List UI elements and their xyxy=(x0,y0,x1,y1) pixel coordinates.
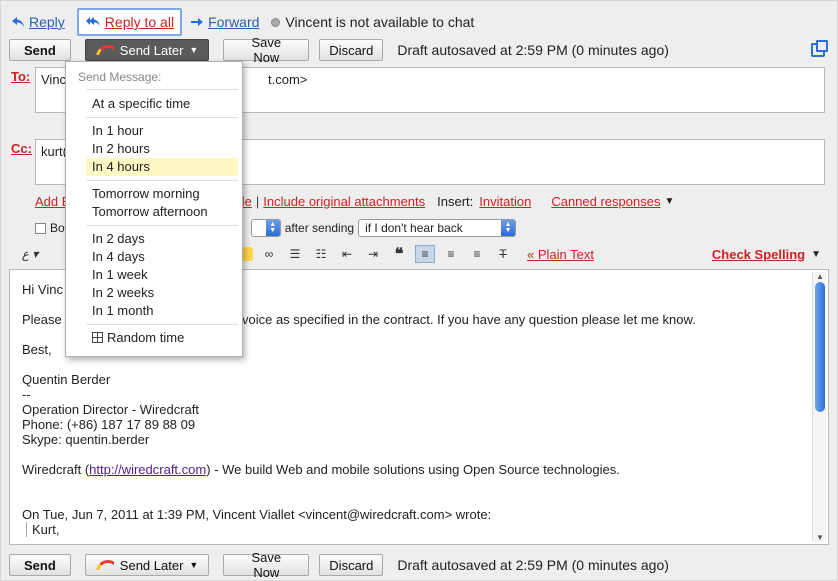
send-later-menu: Send Message: At a specific time In 1 ho… xyxy=(65,61,243,357)
menu-item[interactable]: In 1 hour xyxy=(86,122,238,140)
chat-status: Vincent is not available to chat xyxy=(271,14,474,30)
quoted-text: Kurt, xyxy=(26,522,802,537)
reply-all-arrow-icon xyxy=(85,17,100,27)
insert-label: Insert: xyxy=(437,193,474,209)
canned-responses-link[interactable]: Canned responses xyxy=(551,194,660,209)
cc-label[interactable]: Cc: xyxy=(11,141,32,156)
bulleted-list-icon[interactable]: ☷ xyxy=(311,245,331,263)
align-right-icon[interactable]: ≡ xyxy=(467,245,487,263)
dice-icon xyxy=(92,332,103,343)
menu-item[interactable]: In 4 days xyxy=(86,248,238,266)
align-left-icon[interactable]: ≡ xyxy=(415,245,435,263)
check-spelling-link[interactable]: Check Spelling xyxy=(712,247,805,262)
discard-button[interactable]: Discard xyxy=(319,39,384,61)
menu-item[interactable]: In 2 weeks xyxy=(86,284,238,302)
to-label[interactable]: To: xyxy=(11,69,30,84)
save-now-button[interactable]: Save Now xyxy=(223,35,310,65)
company-line: Wiredcraft (http://wiredcraft.com) - We … xyxy=(22,462,620,477)
menu-item[interactable]: Tomorrow morning xyxy=(86,185,238,203)
menu-header: Send Message: xyxy=(78,70,162,84)
company-url-link[interactable]: http://wiredcraft.com xyxy=(89,462,206,477)
font-icon[interactable]: ع ▾ xyxy=(17,245,43,263)
boomerang-icon xyxy=(95,45,114,55)
autosave-status: Draft autosaved at 2:59 PM (0 minutes ag… xyxy=(397,42,669,58)
compose-toolbar-bottom: Send Send Later ▼ Save Now Discard Draft… xyxy=(9,550,669,580)
reply-link[interactable]: Reply xyxy=(11,14,65,30)
compose-toolbar-top: Send Send Later ▼ Save Now Discard Draft… xyxy=(9,35,669,65)
plain-text-link[interactable]: « Plain Text xyxy=(527,247,594,262)
menu-item[interactable]: At a specific time xyxy=(86,95,238,113)
scroll-up-icon[interactable]: ▲ xyxy=(816,272,824,281)
autosave-status: Draft autosaved at 2:59 PM (0 minutes ag… xyxy=(397,557,669,573)
send-later-button[interactable]: Send Later ▼ xyxy=(84,39,210,61)
offline-status-icon xyxy=(271,17,281,27)
menu-item-random[interactable]: Random time xyxy=(86,329,238,347)
reply-all-button[interactable]: Reply to all xyxy=(76,8,183,36)
menu-item[interactable]: In 1 week xyxy=(86,266,238,284)
chevron-down-icon[interactable]: ▼ xyxy=(811,249,821,260)
discard-button[interactable]: Discard xyxy=(319,554,384,576)
menu-item[interactable]: In 1 month xyxy=(86,302,238,320)
send-button[interactable]: Send xyxy=(9,554,71,576)
link-icon[interactable]: ∞ xyxy=(259,245,279,263)
forward-arrow-icon xyxy=(191,18,204,26)
send-later-button[interactable]: Send Later ▼ xyxy=(84,554,210,576)
save-now-button[interactable]: Save Now xyxy=(223,550,310,580)
condition-select[interactable]: if I don't hear back ▲ ▼ xyxy=(358,219,517,237)
menu-item[interactable]: In 2 days xyxy=(86,230,238,248)
reply-actions-row: Reply Reply to all Forward Vincent is no… xyxy=(11,8,474,36)
reply-arrow-icon xyxy=(12,17,24,27)
menu-item-highlighted[interactable]: In 4 hours xyxy=(86,158,238,176)
chevron-down-icon: ▼ xyxy=(189,560,199,570)
invitation-link[interactable]: Invitation xyxy=(479,194,531,209)
include-original-link[interactable]: Include original attachments xyxy=(263,194,425,209)
scroll-down-icon[interactable]: ▼ xyxy=(816,533,824,542)
select-arrows-icon: ▲ ▼ xyxy=(265,220,280,236)
indent-more-icon[interactable]: ⇥ xyxy=(363,245,383,263)
popout-window-icon[interactable] xyxy=(811,40,828,57)
boomerang-icon xyxy=(95,560,114,570)
remove-formatting-icon[interactable]: T xyxy=(493,245,513,263)
chevron-down-icon[interactable]: ▼ xyxy=(664,196,674,207)
boomerang-checkbox[interactable] xyxy=(35,222,46,234)
editor-scrollbar[interactable]: ▲ ▼ xyxy=(812,272,826,542)
align-center-icon[interactable]: ≡ xyxy=(441,245,461,263)
menu-item[interactable]: In 2 hours xyxy=(86,140,238,158)
scrollbar-thumb[interactable] xyxy=(815,282,825,412)
compose-panel: Reply Reply to all Forward Vincent is no… xyxy=(0,0,838,581)
numbered-list-icon[interactable]: ☰ xyxy=(285,245,305,263)
quote-icon[interactable]: ❝ xyxy=(389,245,409,263)
send-button[interactable]: Send xyxy=(9,39,71,61)
chevron-down-icon: ▼ xyxy=(189,45,199,55)
menu-item[interactable]: Tomorrow afternoon xyxy=(86,203,238,221)
forward-link[interactable]: Forward xyxy=(190,14,259,30)
select-arrows-icon: ▲ ▼ xyxy=(501,220,516,236)
indent-less-icon[interactable]: ⇤ xyxy=(337,245,357,263)
time-select[interactable]: ▲ ▼ xyxy=(250,219,281,237)
